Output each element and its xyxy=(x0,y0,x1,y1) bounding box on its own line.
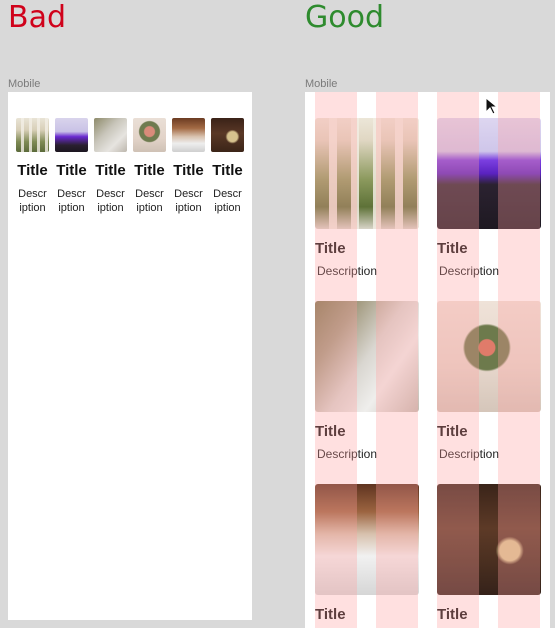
card-title: Title xyxy=(95,162,126,179)
bad-card-row: Title Descr iption Title Descr iption Titl… xyxy=(16,118,244,215)
bad-card[interactable]: Title Descr iption xyxy=(55,118,88,215)
card-title: Title xyxy=(134,162,165,179)
card-title: Title xyxy=(212,162,243,179)
card-description: Description xyxy=(439,447,500,461)
mouse-cursor-icon xyxy=(485,97,499,115)
good-card[interactable]: Title Description xyxy=(437,301,541,461)
bad-card[interactable]: Title Descr iption xyxy=(172,118,205,215)
bad-card[interactable]: Title Descr iption xyxy=(211,118,244,215)
good-card[interactable]: Title Description xyxy=(315,301,419,461)
card-title: Title xyxy=(315,240,346,257)
bad-frame-label: Mobile xyxy=(8,78,41,90)
good-card[interactable]: Title xyxy=(315,484,419,623)
banquet-table-photo xyxy=(94,118,127,152)
pavilion-photo xyxy=(16,118,49,152)
good-card[interactable]: Title xyxy=(437,484,541,623)
wedding-hall-photo xyxy=(315,484,419,595)
card-title: Title xyxy=(437,240,468,257)
good-heading: Good xyxy=(305,0,384,35)
good-frame-label: Mobile xyxy=(305,78,338,90)
good-card[interactable]: Title Description xyxy=(437,118,541,278)
card-title: Title xyxy=(437,606,468,623)
card-description: Description xyxy=(57,188,86,214)
card-description: Description xyxy=(317,447,378,461)
card-description: Description xyxy=(174,188,203,214)
bad-card[interactable]: Title Descr iption xyxy=(94,118,127,215)
card-description: Description xyxy=(439,264,500,278)
card-description: Description xyxy=(96,188,125,214)
bad-card[interactable]: Title Descr iption xyxy=(16,118,49,215)
pavilion-photo xyxy=(315,118,419,229)
good-mobile-frame: Title Description Title Description Titl… xyxy=(305,92,550,628)
chandelier-hall-photo xyxy=(437,484,541,595)
card-title: Title xyxy=(315,423,346,440)
wedding-hall-photo xyxy=(172,118,205,152)
banquet-table-photo xyxy=(315,301,419,412)
good-card[interactable]: Title Description xyxy=(315,118,419,278)
card-title: Title xyxy=(437,423,468,440)
card-description: Description xyxy=(317,264,378,278)
centerpiece-photo xyxy=(133,118,166,152)
bad-heading: Bad xyxy=(8,0,67,35)
bad-mobile-frame: Title Descr iption Title Descr iption Titl… xyxy=(8,92,252,620)
centerpiece-photo xyxy=(437,301,541,412)
card-description: Description xyxy=(18,188,47,214)
card-description: Description xyxy=(213,188,242,214)
card-description: Description xyxy=(135,188,164,214)
card-title: Title xyxy=(17,162,48,179)
card-title: Title xyxy=(56,162,87,179)
turnstile-photo xyxy=(55,118,88,152)
card-title: Title xyxy=(173,162,204,179)
turnstile-photo xyxy=(437,118,541,229)
bad-card[interactable]: Title Descr iption xyxy=(133,118,166,215)
card-title: Title xyxy=(315,606,346,623)
chandelier-hall-photo xyxy=(211,118,244,152)
